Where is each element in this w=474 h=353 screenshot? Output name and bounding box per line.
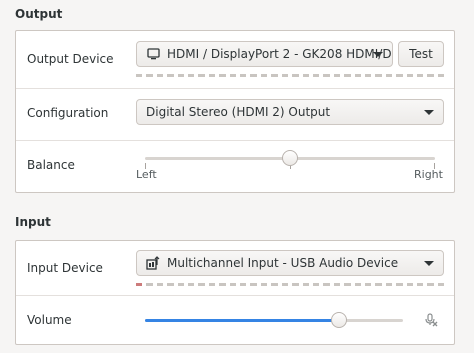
input-section-title: Input: [15, 215, 51, 229]
configuration-value: Digital Stereo (HDMI 2) Output: [146, 105, 331, 119]
volume-slider-fill: [145, 319, 339, 322]
output-device-value: HDMI / DisplayPort 2 - GK208 HDMI/D…: [167, 47, 393, 61]
input-device-label: Input Device: [27, 261, 103, 275]
configuration-label: Configuration: [27, 106, 109, 120]
input-device-combo[interactable]: Multichannel Input - USB Audio Device: [136, 250, 444, 276]
output-section-title: Output: [15, 7, 63, 21]
chevron-down-icon: [424, 110, 434, 115]
configuration-combo[interactable]: Digital Stereo (HDMI 2) Output: [136, 99, 444, 125]
volume-slider-knob[interactable]: [330, 312, 347, 328]
output-device-combo[interactable]: HDMI / DisplayPort 2 - GK208 HDMI/D…: [136, 41, 393, 67]
balance-right-label: Right: [414, 168, 443, 181]
output-device-label: Output Device: [27, 52, 114, 66]
microphone-muted-icon[interactable]: [423, 312, 439, 331]
configuration-row: Configuration Digital Stereo (HDMI 2) Ou…: [16, 89, 454, 139]
volume-label: Volume: [27, 313, 72, 327]
input-device-row: Input Device Multichannel Input - USB Au…: [16, 241, 454, 294]
output-level-bar: [136, 74, 445, 77]
output-frame: Output Device HDMI / DisplayPort 2 - GK2…: [15, 30, 455, 193]
input-device-value: Multichannel Input - USB Audio Device: [167, 256, 399, 270]
usb-audio-icon: [146, 256, 160, 273]
balance-label: Balance: [27, 158, 75, 172]
chevron-down-icon: [373, 52, 383, 57]
volume-row: Volume: [16, 296, 454, 346]
input-frame: Input Device Multichannel Input - USB Au…: [15, 240, 455, 345]
chevron-down-icon: [424, 261, 434, 266]
monitor-icon: [147, 48, 160, 63]
output-device-row: Output Device HDMI / DisplayPort 2 - GK2…: [16, 31, 454, 86]
balance-left-label: Left: [136, 168, 157, 181]
balance-row: Balance Left Right: [16, 141, 454, 193]
test-button[interactable]: Test: [398, 41, 444, 67]
balance-slider-knob[interactable]: [282, 150, 298, 166]
input-level-bar: [136, 283, 445, 286]
